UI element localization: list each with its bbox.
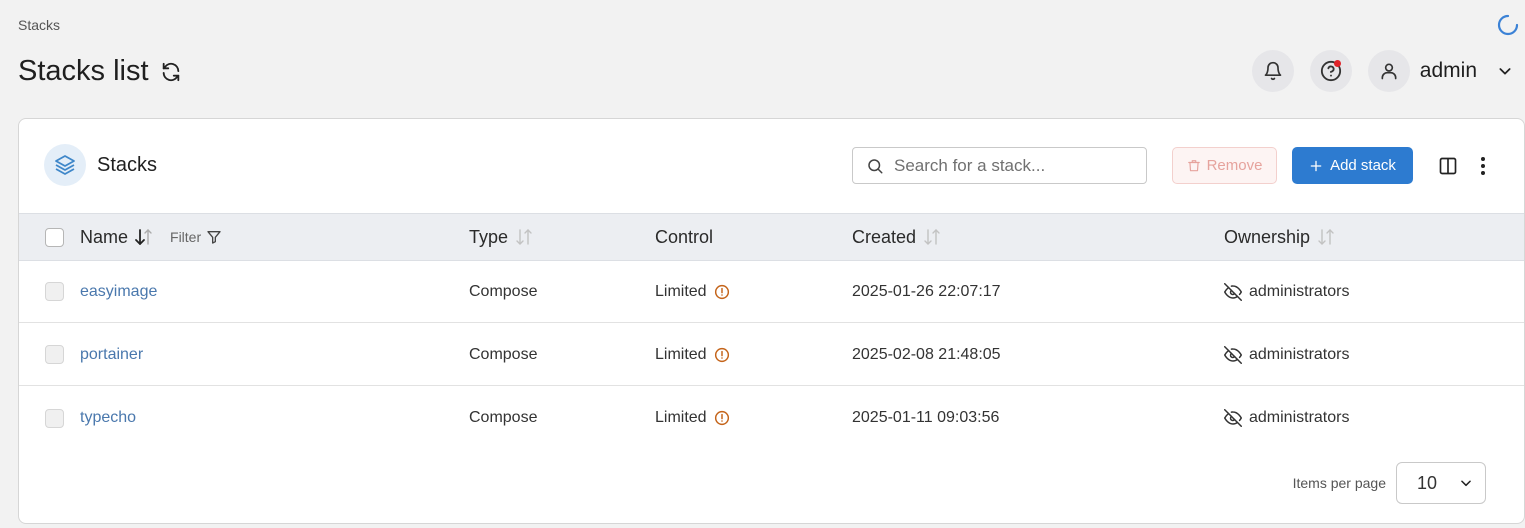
column-ownership[interactable]: Ownership	[1224, 227, 1310, 248]
sort-icon[interactable]	[514, 228, 534, 246]
eye-off-icon	[1224, 345, 1242, 364]
filter-button[interactable]: Filter	[170, 229, 222, 245]
stacks-icon	[44, 144, 86, 186]
items-per-page-select[interactable]: 10	[1396, 462, 1486, 504]
eye-off-icon	[1224, 409, 1242, 427]
user-menu[interactable]: admin	[1367, 50, 1513, 92]
add-stack-button[interactable]: Add stack	[1292, 147, 1413, 184]
column-type[interactable]: Type	[469, 227, 508, 248]
search-field[interactable]	[852, 147, 1147, 184]
remove-label: Remove	[1206, 157, 1263, 174]
eye-off-icon	[1224, 282, 1242, 301]
user-name: admin	[1419, 59, 1477, 82]
filter-icon	[207, 231, 221, 244]
items-per-page-label: Items per page	[1292, 475, 1386, 491]
warning-circle-icon	[714, 410, 729, 426]
column-created[interactable]: Created	[852, 227, 916, 248]
page-title: Stacks list	[18, 55, 149, 87]
plus-icon	[1310, 160, 1322, 171]
user-icon	[1381, 63, 1397, 80]
kebab-icon[interactable]	[1475, 155, 1491, 177]
filter-label: Filter	[170, 229, 202, 245]
stack-control: Limited	[655, 409, 707, 426]
sort-icon[interactable]	[922, 228, 942, 246]
stack-name-link[interactable]: easyimage	[80, 283, 157, 301]
row-checkbox[interactable]	[45, 408, 64, 428]
columns-icon[interactable]	[1437, 155, 1459, 177]
avatar	[1367, 50, 1410, 92]
remove-button[interactable]: Remove	[1172, 147, 1277, 184]
sort-icon[interactable]	[1316, 228, 1336, 246]
stack-created: 2025-01-11 09:03:56	[852, 409, 1000, 426]
stack-type: Compose	[469, 409, 538, 426]
trash-icon	[1187, 159, 1200, 171]
items-per-page-value: 10	[1417, 472, 1438, 493]
stack-type: Compose	[469, 282, 538, 300]
warning-circle-icon	[714, 284, 729, 299]
table-row: easyimage Compose Limited 2025-01-26 22:…	[19, 261, 1524, 323]
chevron-down-icon	[1499, 68, 1511, 75]
stack-created: 2025-01-26 22:07:17	[852, 282, 1001, 300]
chevron-down-icon	[1461, 480, 1471, 487]
bell-icon	[1264, 61, 1282, 81]
stack-ownership: administrators	[1249, 345, 1350, 363]
select-all-checkbox[interactable]	[45, 227, 64, 247]
warning-circle-icon	[714, 347, 729, 362]
notifications-button[interactable]	[1251, 50, 1294, 92]
stack-type: Compose	[469, 345, 538, 363]
refresh-icon[interactable]	[159, 60, 183, 84]
loading-spinner-icon	[1497, 14, 1519, 36]
table-row: typecho Compose Limited 2025-01-11 09:03…	[19, 387, 1524, 449]
card-title: Stacks	[97, 154, 158, 176]
column-name[interactable]: Name	[80, 227, 128, 248]
column-control: Control	[655, 226, 714, 247]
help-button[interactable]	[1309, 50, 1352, 92]
search-icon	[866, 157, 884, 175]
sort-icon[interactable]	[134, 228, 154, 246]
stack-name-link[interactable]: portainer	[80, 346, 143, 364]
breadcrumb: Stacks	[18, 17, 61, 33]
pagination: Items per page 10	[1293, 462, 1486, 504]
search-input[interactable]	[894, 155, 1124, 176]
stack-name-link[interactable]: typecho	[80, 409, 136, 427]
stack-control: Limited	[655, 282, 707, 300]
row-checkbox[interactable]	[45, 282, 64, 301]
notification-dot	[1333, 60, 1341, 67]
stack-ownership: administrators	[1249, 282, 1350, 300]
stack-ownership: administrators	[1249, 409, 1350, 426]
stacks-card: Stacks Remove Add stack	[18, 118, 1525, 524]
stack-control: Limited	[655, 345, 707, 363]
table-header: Name Filter Type Control Created Ownersh…	[19, 213, 1524, 261]
table-row: portainer Compose Limited 2025-02-08 21:…	[19, 324, 1524, 386]
add-stack-label: Add stack	[1330, 157, 1396, 174]
stack-created: 2025-02-08 21:48:05	[852, 345, 1001, 363]
row-checkbox[interactable]	[45, 345, 64, 364]
